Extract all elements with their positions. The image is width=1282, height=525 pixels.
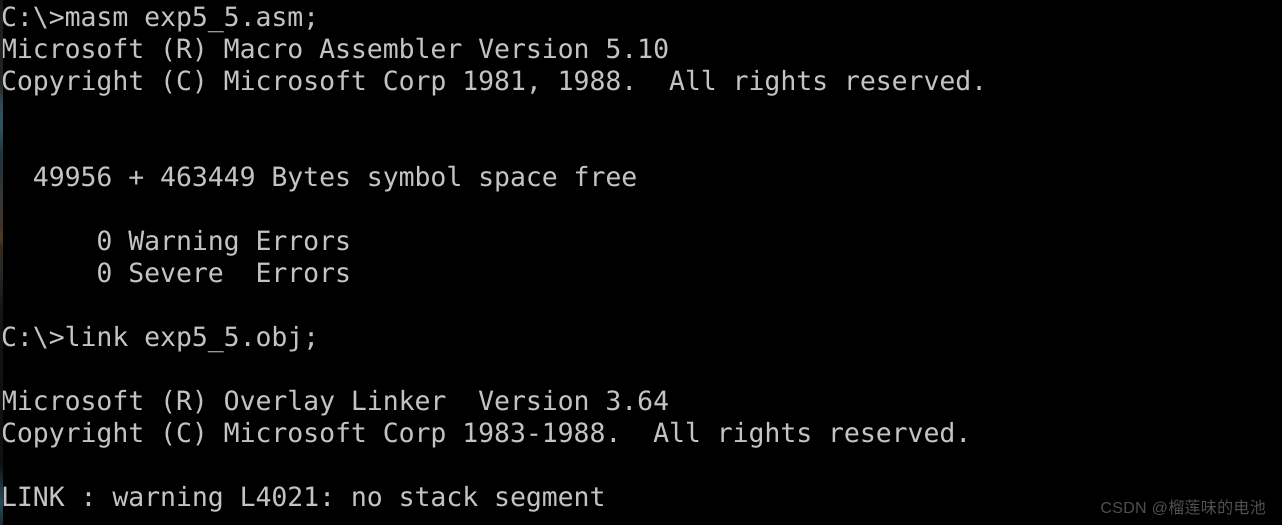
console-line-blank-3 (0, 194, 1282, 226)
csdn-watermark: CSDN @榴莲味的电池 (1100, 500, 1266, 517)
console-line-link-banner: Microsoft (R) Overlay Linker Version 3.6… (1, 386, 669, 417)
console-output: C:\>masm exp5_5.asm; Microsoft (R) Macro… (0, 0, 1282, 514)
console-line-blank-4 (0, 290, 1282, 322)
console-window[interactable]: C:\>masm exp5_5.asm; Microsoft (R) Macro… (0, 0, 1282, 525)
console-line-link-copyright: Copyright (C) Microsoft Corp 1983-1988. … (1, 418, 972, 449)
console-line-cmd-masm: C:\>masm exp5_5.asm; (1, 2, 320, 33)
console-line-cmd-link: C:\>link exp5_5.obj; (1, 322, 320, 353)
console-line-severe-errors: 0 Severe Errors (1, 258, 351, 289)
console-line-symbol-space: 49956 + 463449 Bytes symbol space free (1, 162, 638, 193)
console-line-masm-copyright: Copyright (C) Microsoft Corp 1981, 1988.… (1, 66, 988, 97)
console-line-blank-6 (0, 450, 1282, 482)
console-line-link-warning: LINK : warning L4021: no stack segment (1, 482, 606, 513)
console-line-blank-5 (0, 354, 1282, 386)
console-line-blank-2 (0, 130, 1282, 162)
console-line-masm-banner: Microsoft (R) Macro Assembler Version 5.… (1, 34, 669, 65)
window-edge-artifact (0, 0, 3, 525)
console-line-blank-1 (0, 98, 1282, 130)
console-line-warning-errors: 0 Warning Errors (1, 226, 351, 257)
